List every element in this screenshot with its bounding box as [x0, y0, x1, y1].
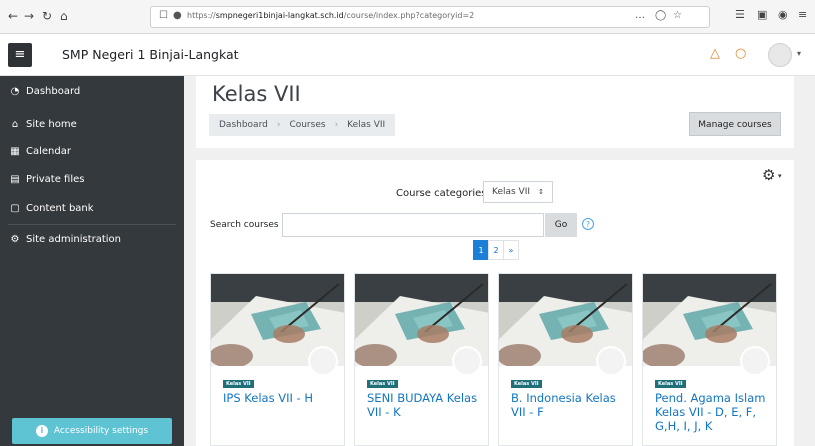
- sidebar-item-label: Content bank: [26, 203, 94, 214]
- sidebar-item-label: Private files: [26, 174, 85, 185]
- sidebar-item-label: Calendar: [26, 146, 71, 157]
- sidebar-item-dashboard[interactable]: ◔ Dashboard: [8, 86, 81, 97]
- app-menu-icon[interactable]: ≡: [798, 8, 807, 21]
- url-bar[interactable]: ☐ ● https://smpnegeri1binjai-langkat.sch…: [150, 6, 710, 28]
- category-label: Course categories:: [396, 188, 490, 199]
- course-card[interactable]: Kelas VII Pend. Agama Islam Kelas VII - …: [642, 273, 777, 446]
- category-badge: Kelas VII: [655, 380, 686, 388]
- teacher-avatar: [596, 346, 626, 376]
- accessibility-settings-button[interactable]: i Accessibility settings: [12, 418, 172, 444]
- teacher-avatar: [740, 346, 770, 376]
- category-select[interactable]: Kelas VII ↕: [483, 181, 553, 203]
- category-select-value: Kelas VII: [492, 187, 531, 197]
- url-path: /course/index.php?categoryid=2: [343, 11, 475, 20]
- accessibility-label: Accessibility settings: [53, 426, 149, 436]
- course-category-region: ⚙ ▾ Course categories: Kelas VII ↕ Search…: [196, 160, 794, 446]
- breadcrumb-current[interactable]: Kelas VII: [347, 120, 385, 130]
- bookmark-star-icon[interactable]: ☆: [673, 10, 682, 21]
- sidebar-toggle-icon[interactable]: ▣: [757, 8, 767, 21]
- gear-icon: ⚙: [10, 234, 20, 245]
- page-actions-icon[interactable]: …: [635, 10, 645, 21]
- nav-drawer: ◔ Dashboard ⌂ Site home ▦ Calendar ▤ Private…: [0, 76, 184, 446]
- page-link-2[interactable]: 2: [488, 240, 504, 260]
- help-icon[interactable]: ?: [582, 218, 594, 230]
- info-icon: i: [35, 425, 48, 437]
- sidebar-divider: [8, 224, 176, 225]
- category-badge: Kelas VII: [223, 380, 254, 388]
- teacher-avatar: [308, 346, 338, 376]
- lock-icon: ●: [173, 10, 182, 21]
- home-icon: ⌂: [11, 119, 19, 130]
- search-courses-label: Search courses: [210, 220, 279, 230]
- site-name[interactable]: SMP Negeri 1 Binjai-Langkat: [62, 47, 239, 62]
- course-card[interactable]: Kelas VII B. Indonesia Kelas VII - F: [498, 273, 633, 446]
- notification-bell-icon[interactable]: △: [710, 46, 720, 61]
- pocket-icon[interactable]: ◯: [655, 10, 666, 21]
- gear-icon[interactable]: ⚙: [762, 166, 775, 184]
- manage-courses-button[interactable]: Manage courses: [689, 112, 781, 136]
- back-icon[interactable]: ←: [8, 8, 18, 24]
- chevron-down-icon[interactable]: ▾: [778, 172, 782, 180]
- page-title: Kelas VII: [212, 82, 301, 106]
- pagination: 1 2»: [473, 238, 519, 260]
- breadcrumb-courses[interactable]: Courses: [289, 120, 325, 130]
- account-icon[interactable]: ◉: [778, 8, 788, 21]
- sidebar-item-label: Dashboard: [26, 86, 81, 97]
- library-icon[interactable]: ☰: [735, 8, 745, 21]
- course-name-link[interactable]: B. Indonesia Kelas VII - F: [511, 391, 626, 419]
- category-badge: Kelas VII: [511, 380, 542, 388]
- shield-icon: ☐: [159, 10, 168, 21]
- dashboard-icon: ◔: [10, 86, 20, 97]
- breadcrumb: Dashboard › Courses › Kelas VII: [209, 114, 396, 136]
- sidebar-item-label: Site home: [26, 119, 77, 130]
- user-avatar[interactable]: [768, 43, 792, 67]
- content-bank-icon: ▢: [10, 203, 20, 214]
- message-drawer-icon[interactable]: ○: [735, 46, 746, 61]
- course-name-link[interactable]: Pend. Agama Islam Kelas VII - D, E, F, G…: [655, 391, 770, 433]
- sidebar-item-label: Site administration: [26, 234, 122, 245]
- browser-toolbar: ← → ↻ ⌂ ☐ ● https://smpnegeri1binjai-lan…: [0, 0, 815, 34]
- page-header: Kelas VII Dashboard › Courses › Kelas VII Ma…: [196, 76, 794, 148]
- top-navbar: ≡ SMP Negeri 1 Binjai-Langkat △ ○ ▾: [0, 34, 815, 76]
- teacher-avatar: [452, 346, 482, 376]
- drawer-toggle-button[interactable]: ≡: [8, 43, 32, 67]
- page-link-1[interactable]: 1: [473, 240, 489, 260]
- calendar-icon: ▦: [10, 146, 20, 157]
- sidebar-item-private-files[interactable]: ▤ Private files: [8, 174, 84, 185]
- course-card[interactable]: Kelas VII IPS Kelas VII - H: [210, 273, 345, 446]
- forward-icon[interactable]: →: [24, 8, 34, 24]
- sidebar-item-site-administration[interactable]: ⚙ Site administration: [8, 234, 122, 245]
- files-icon: ▤: [10, 174, 20, 185]
- sidebar-item-content-bank[interactable]: ▢ Content bank: [8, 203, 94, 214]
- reload-icon[interactable]: ↻: [42, 8, 52, 24]
- breadcrumb-dashboard[interactable]: Dashboard: [219, 120, 268, 130]
- course-card[interactable]: Kelas VII SENI BUDAYA Kelas VII - K: [354, 273, 489, 446]
- sidebar-item-calendar[interactable]: ▦ Calendar: [8, 146, 71, 157]
- search-courses-input[interactable]: [282, 213, 544, 237]
- category-badge: Kelas VII: [367, 380, 398, 388]
- home-icon[interactable]: ⌂: [60, 8, 68, 24]
- url-host: smpnegeri1binjai-langkat.sch.id: [215, 11, 344, 20]
- page-link-next[interactable]: »: [503, 240, 519, 260]
- go-button[interactable]: Go: [545, 213, 577, 237]
- select-arrows-icon: ↕: [538, 188, 544, 196]
- course-name-link[interactable]: SENI BUDAYA Kelas VII - K: [367, 391, 482, 419]
- chevron-down-icon[interactable]: ▾: [797, 49, 801, 58]
- breadcrumb-separator: ›: [334, 120, 339, 130]
- breadcrumb-separator: ›: [276, 120, 281, 130]
- course-name-link[interactable]: IPS Kelas VII - H: [223, 391, 338, 405]
- url-prefix: https://: [187, 11, 216, 20]
- sidebar-item-site-home[interactable]: ⌂ Site home: [8, 119, 77, 130]
- url-text: https://smpnegeri1binjai-langkat.sch.id/…: [187, 11, 617, 20]
